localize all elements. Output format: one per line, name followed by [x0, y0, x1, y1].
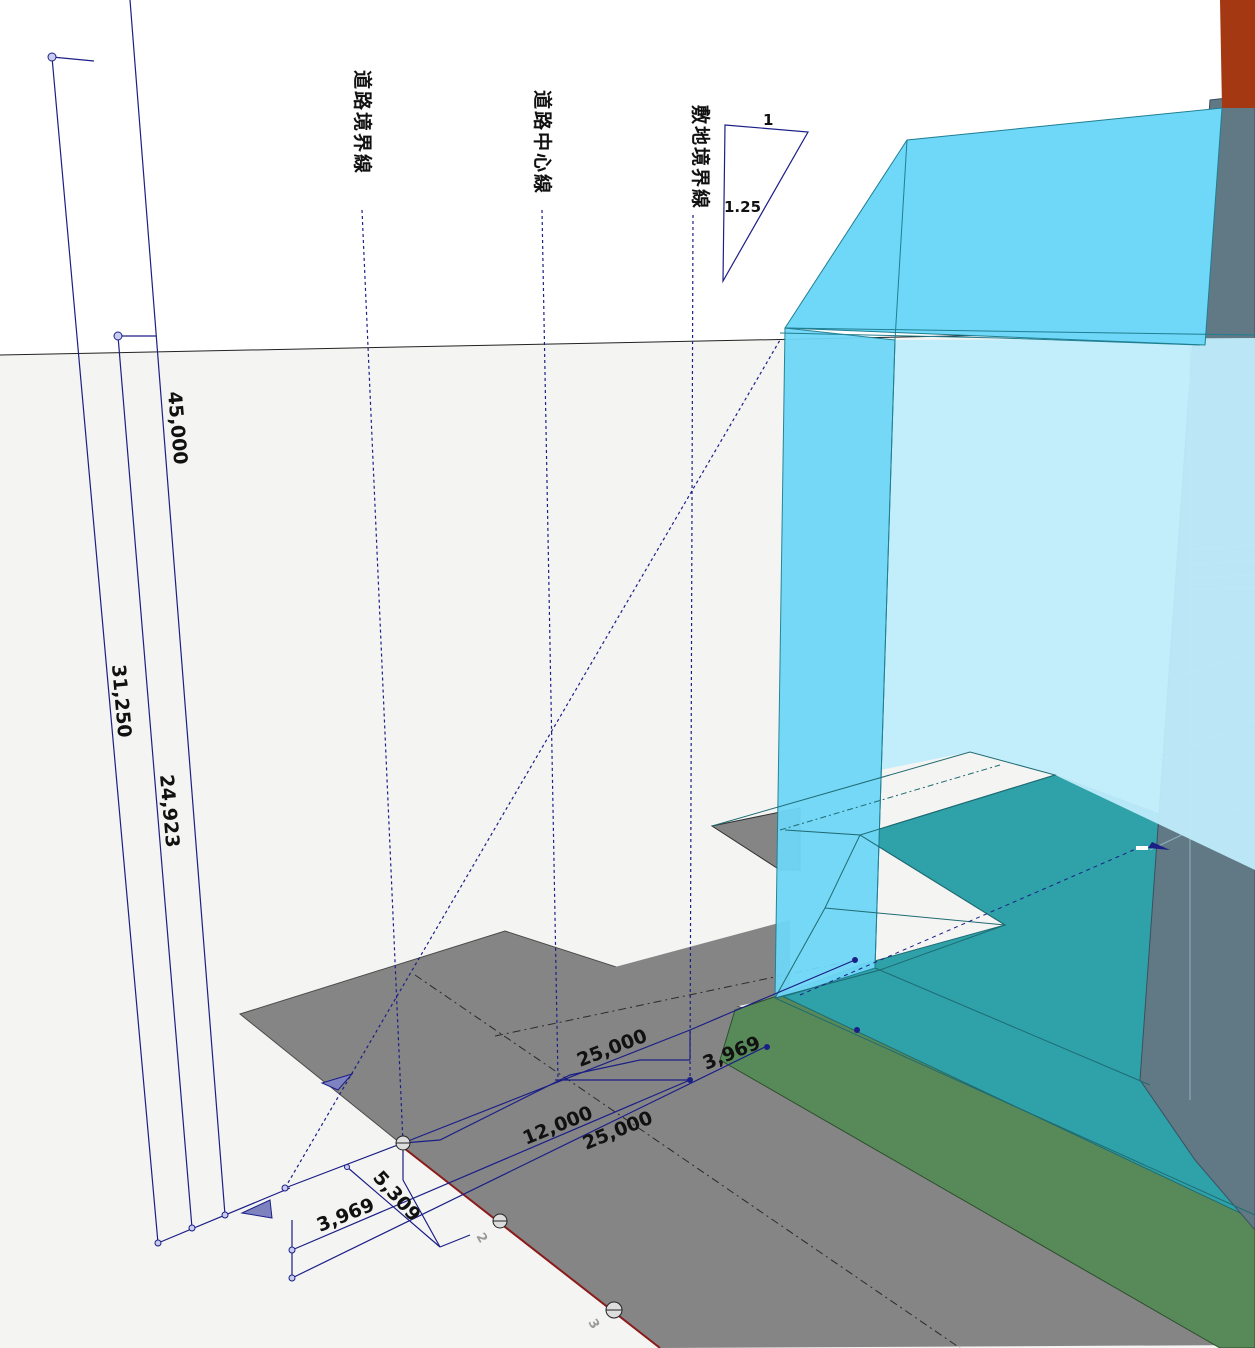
grid-marker-1[interactable]: [395, 1135, 411, 1151]
cad-viewport[interactable]: 2 3 道路境界線 道路中心線 敷地境界線 1 1.25 45,000 31,2…: [0, 0, 1255, 1348]
site-white-marker: [1136, 846, 1148, 850]
scene-canvas[interactable]: 2 3 道路境界線 道路中心線 敷地境界線 1 1.25 45,000 31,2…: [0, 0, 1255, 1348]
label-site-boundary: 敷地境界線: [689, 105, 712, 210]
slope-ratio-horizontal: 1: [763, 111, 773, 129]
label-road-boundary: 道路境界線: [351, 70, 374, 175]
grid-marker-3[interactable]: [605, 1301, 623, 1319]
neighbor-roof-red: [1220, 0, 1255, 108]
label-road-center: 道路中心線: [531, 90, 554, 195]
slope-ratio-vertical: 1.25: [724, 198, 761, 216]
grid-marker-2[interactable]: [492, 1213, 508, 1229]
